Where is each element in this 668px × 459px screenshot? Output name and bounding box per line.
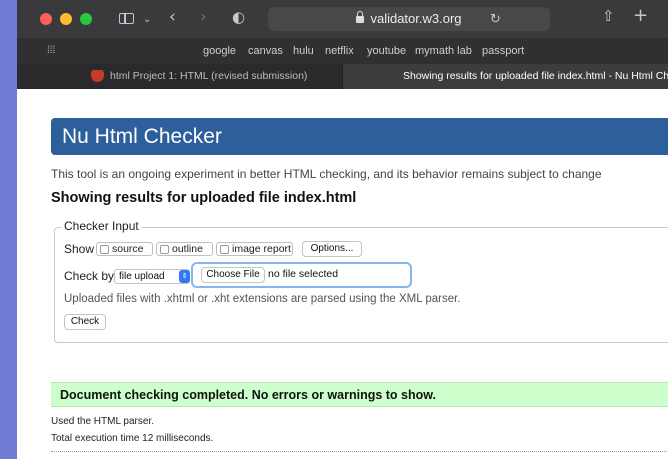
options-button[interactable]: Options...	[302, 241, 362, 257]
checkbox-label: image report	[232, 243, 291, 255]
privacy-shield-icon[interactable]: ◐	[232, 10, 245, 25]
checkbox-box	[220, 245, 229, 254]
checkbox-label: source	[112, 243, 144, 255]
address-bar[interactable]: validator.w3.org ↻	[268, 7, 550, 31]
grid-icon[interactable]: ⁞⁞⁞	[47, 46, 55, 56]
file-input[interactable]: Choose File no file selected	[191, 262, 412, 288]
check-button[interactable]: Check	[64, 314, 106, 330]
xml-parser-note: Uploaded files with .xhtml or .xht exten…	[64, 293, 461, 305]
close-window-button[interactable]	[40, 13, 52, 25]
favorite-link[interactable]: passport	[482, 44, 524, 58]
show-label: Show	[64, 242, 95, 256]
url-display: validator.w3.org	[268, 11, 550, 27]
back-icon[interactable]: ‹	[169, 9, 176, 26]
source-checkbox[interactable]: source	[96, 242, 153, 256]
lock-icon	[356, 11, 365, 23]
share-icon[interactable]: ⇧	[602, 9, 615, 24]
safari-window: ⌄ ‹ › ◐ validator.w3.org ↻ ⇧ + google ca…	[17, 0, 668, 459]
tab-project[interactable]: html Project 1: HTML (revised submission…	[17, 64, 342, 89]
favorite-link[interactable]: google	[203, 44, 236, 58]
checker-input-legend: Checker Input	[61, 219, 142, 234]
favorites-bar: google canvas hulu netflix youtube mymat…	[17, 38, 668, 64]
check-by-value: file upload	[119, 271, 165, 282]
favorite-link[interactable]: canvas	[248, 44, 283, 58]
intro-text: This tool is an ongoing experiment in be…	[51, 167, 602, 181]
checkbox-box	[100, 245, 109, 254]
new-tab-plus-icon[interactable]: +	[633, 7, 648, 25]
check-by-label: Check by	[64, 269, 115, 283]
outline-checkbox[interactable]: outline	[156, 242, 213, 256]
page-title: Nu Html Checker	[62, 125, 222, 148]
browser-toolbar: ⌄ ‹ › ◐ validator.w3.org ↻ ⇧ +	[17, 0, 668, 38]
dotted-divider	[51, 451, 668, 452]
reload-icon[interactable]: ↻	[490, 12, 501, 27]
check-by-select[interactable]: file upload ⇕	[114, 269, 190, 284]
checkbox-box	[160, 245, 169, 254]
desktop-edge	[0, 0, 17, 459]
file-status: no file selected	[268, 268, 339, 280]
page-content: Nu Html Checker This tool is an ongoing …	[17, 89, 668, 459]
tab-title: Showing results for uploaded file index.…	[403, 70, 668, 82]
favorite-link[interactable]: youtube	[367, 44, 406, 58]
zoom-window-button[interactable]	[80, 13, 92, 25]
favorite-link[interactable]: hulu	[293, 44, 314, 58]
canvas-favicon-icon	[91, 70, 104, 82]
favorite-link[interactable]: netflix	[325, 44, 354, 58]
minimize-window-button[interactable]	[60, 13, 72, 25]
success-message: Document checking completed. No errors o…	[60, 388, 436, 402]
tab-bar: html Project 1: HTML (revised submission…	[17, 64, 668, 89]
parser-info: Used the HTML parser.	[51, 416, 155, 427]
image-report-checkbox[interactable]: image report	[216, 242, 293, 256]
choose-file-button[interactable]: Choose File	[201, 267, 265, 283]
chevron-down-icon[interactable]: ⌄	[143, 12, 151, 27]
results-heading: Showing results for uploaded file index.…	[51, 190, 357, 206]
forward-icon[interactable]: ›	[200, 9, 207, 26]
success-message-box: Document checking completed. No errors o…	[51, 382, 668, 407]
favorite-link[interactable]: mymath lab	[415, 44, 472, 58]
tab-validator[interactable]: Showing results for uploaded file index.…	[343, 64, 668, 89]
page-banner: Nu Html Checker	[51, 118, 668, 155]
tab-title: html Project 1: HTML (revised submission…	[110, 70, 308, 82]
sidebar-icon[interactable]	[119, 13, 134, 24]
select-arrows-icon: ⇕	[179, 270, 190, 283]
checkbox-label: outline	[172, 243, 203, 255]
execution-time: Total execution time 12 milliseconds.	[51, 433, 214, 444]
